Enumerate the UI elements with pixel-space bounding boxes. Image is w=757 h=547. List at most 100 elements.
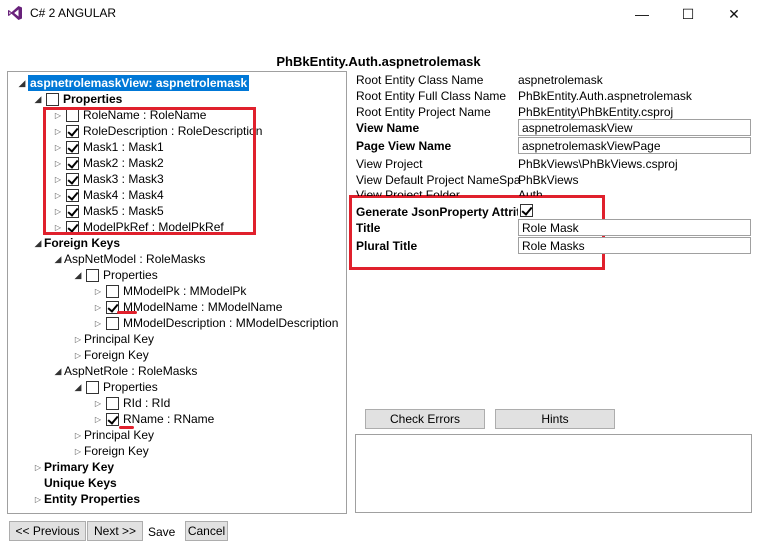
tree-node-label[interactable]: AspNetRole : RoleMasks	[64, 363, 197, 379]
tree-node-label[interactable]: RName : RName	[123, 411, 214, 427]
tree-node-foreign-keys[interactable]: ◢ Foreign Keys	[32, 235, 121, 251]
collapsed-arrow-icon[interactable]: ▷	[92, 399, 104, 408]
tree-node-label[interactable]: Principal Key	[84, 331, 154, 347]
view-project-folder-value: Auth	[518, 188, 543, 196]
root-entity-full-class-name-label: Root Entity Full Class Name	[356, 89, 507, 103]
tree-node-rname[interactable]: ▷ RName : RName	[92, 411, 214, 427]
aspnetmodel-properties-checkbox[interactable]	[86, 268, 99, 282]
hints-button[interactable]: Hints	[495, 409, 615, 429]
tree-node-label[interactable]: Properties	[103, 379, 158, 395]
view-name-input[interactable]	[518, 119, 751, 136]
rname-checkbox[interactable]	[106, 412, 119, 426]
expanded-arrow-icon[interactable]: ◢	[52, 366, 64, 377]
title-label: Title	[356, 221, 381, 235]
annotation-box-properties	[43, 107, 256, 235]
properties-checkbox[interactable]	[46, 92, 59, 106]
collapsed-arrow-icon[interactable]: ▷	[92, 319, 104, 328]
tree-node-primary-key[interactable]: ▷ Primary Key	[32, 459, 114, 475]
tree-node-label[interactable]: Properties	[63, 91, 122, 107]
minimize-button[interactable]: —	[619, 0, 665, 28]
tree-node-label[interactable]: Foreign Keys	[44, 235, 120, 251]
view-project-value: PhBkViews\PhBkViews.csproj	[518, 157, 678, 171]
aspnetrole-properties-checkbox[interactable]	[86, 380, 99, 394]
tree-node-label[interactable]: RId : RId	[123, 395, 170, 411]
tree-node-aspnetrole-properties[interactable]: ◢ Properties	[72, 379, 158, 395]
collapsed-arrow-icon[interactable]: ▷	[92, 303, 104, 312]
minimize-icon: —	[635, 6, 649, 22]
tree-node-mmodelpk[interactable]: ▷ MModelPk : MModelPk	[92, 283, 246, 299]
plural-title-label: Plural Title	[356, 239, 418, 253]
page-view-name-label: Page View Name	[356, 139, 452, 153]
collapsed-arrow-icon[interactable]: ▷	[92, 287, 104, 296]
expanded-arrow-icon[interactable]: ◢	[32, 238, 44, 249]
tree-node-aspnetmodel-principal-key[interactable]: ▷ Principal Key	[72, 331, 154, 347]
expanded-arrow-icon[interactable]: ◢	[32, 94, 44, 105]
title-input[interactable]	[518, 219, 751, 236]
title-bar: C# 2 ANGULAR — ☐ ✕	[0, 0, 757, 28]
previous-button[interactable]: << Previous	[9, 521, 86, 541]
tree-node-label[interactable]: Primary Key	[44, 459, 114, 475]
collapsed-arrow-icon[interactable]: ▷	[72, 431, 84, 440]
view-name-label: View Name	[356, 121, 420, 135]
expanded-arrow-icon[interactable]: ◢	[72, 270, 84, 281]
tree-node-aspnetmodel-properties[interactable]: ◢ Properties	[72, 267, 158, 283]
tree-node-label[interactable]: MModelName : MModelName	[123, 299, 282, 315]
close-button[interactable]: ✕	[711, 0, 757, 28]
tree-node-label[interactable]: AspNetModel : RoleMasks	[64, 251, 205, 267]
tree-node-unique-keys[interactable]: Unique Keys	[32, 475, 117, 491]
tree-node-label[interactable]: Properties	[103, 267, 158, 283]
expanded-arrow-icon[interactable]: ◢	[72, 382, 84, 393]
mmodelpk-checkbox[interactable]	[106, 284, 119, 298]
tree-node-aspnetmodel-foreign-key[interactable]: ▷ Foreign Key	[72, 347, 149, 363]
tree-node-rid[interactable]: ▷ RId : RId	[92, 395, 170, 411]
view-default-namespace-label: View Default Project NameSpa	[356, 173, 521, 187]
tree-node-properties[interactable]: ◢ Properties	[32, 91, 123, 107]
tree-node-label[interactable]: MModelPk : MModelPk	[123, 283, 246, 299]
tree-node-mmodeldescription[interactable]: ▷ MModelDescription : MModelDescription	[92, 315, 339, 331]
visual-studio-icon	[8, 6, 22, 20]
cancel-button[interactable]: Cancel	[185, 521, 228, 541]
root-entity-class-name-value: aspnetrolemask	[518, 73, 603, 87]
mmodeldescription-checkbox[interactable]	[106, 316, 119, 330]
annotation-underline-rname	[119, 426, 134, 429]
page-heading: PhBkEntity.Auth.aspnetrolemask	[276, 54, 481, 69]
maximize-button[interactable]: ☐	[665, 0, 711, 28]
error-output-box[interactable]	[355, 434, 752, 513]
tree-node-aspnetrole-principal-key[interactable]: ▷ Principal Key	[72, 427, 154, 443]
window-title: C# 2 ANGULAR	[30, 6, 117, 20]
tree-node-label[interactable]: Foreign Key	[84, 443, 149, 459]
tree-node-root-label[interactable]: aspnetrolemaskView: aspnetrolemask	[28, 75, 250, 91]
plural-title-input[interactable]	[518, 237, 751, 254]
generate-json-property-label: Generate JsonProperty Attrit	[356, 205, 518, 219]
tree-node-label[interactable]: Unique Keys	[44, 475, 117, 491]
generate-json-property-checkbox[interactable]	[520, 204, 533, 217]
tree-node-aspnetmodel[interactable]: ◢ AspNetModel : RoleMasks	[52, 251, 206, 267]
expanded-arrow-icon[interactable]: ◢	[52, 254, 64, 265]
collapsed-arrow-icon[interactable]: ▷	[72, 447, 84, 456]
view-project-label: View Project	[356, 157, 423, 171]
collapsed-arrow-icon[interactable]: ▷	[72, 335, 84, 344]
root-entity-full-class-name-value: PhBkEntity.Auth.aspnetrolemask	[518, 89, 692, 103]
next-button[interactable]: Next >>	[87, 521, 143, 541]
tree-node-aspnetrole-foreign-key[interactable]: ▷ Foreign Key	[72, 443, 149, 459]
expanded-arrow-icon[interactable]: ◢	[16, 78, 28, 89]
save-button[interactable]: Save	[148, 525, 175, 539]
tree-node-root[interactable]: ◢ aspnetrolemaskView: aspnetrolemask	[16, 75, 250, 91]
close-icon: ✕	[728, 5, 740, 22]
collapsed-arrow-icon[interactable]: ▷	[32, 463, 44, 472]
page-view-name-input[interactable]	[518, 137, 751, 154]
tree-node-label[interactable]: Foreign Key	[84, 347, 149, 363]
root-entity-project-name-label: Root Entity Project Name	[356, 105, 491, 119]
tree-node-entity-properties[interactable]: ▷ Entity Properties	[32, 491, 140, 507]
tree-node-label[interactable]: Principal Key	[84, 427, 154, 443]
tree-node-aspnetrole[interactable]: ◢ AspNetRole : RoleMasks	[52, 363, 198, 379]
collapsed-arrow-icon[interactable]: ▷	[32, 495, 44, 504]
rid-checkbox[interactable]	[106, 396, 119, 410]
collapsed-arrow-icon[interactable]: ▷	[72, 351, 84, 360]
view-project-folder-label: View Project Folder	[356, 188, 460, 196]
collapsed-arrow-icon[interactable]: ▷	[92, 415, 104, 424]
tree-node-label[interactable]: Entity Properties	[44, 491, 140, 507]
view-default-namespace-value: PhBkViews	[518, 173, 579, 187]
check-errors-button[interactable]: Check Errors	[365, 409, 485, 429]
tree-node-label[interactable]: MModelDescription : MModelDescription	[123, 315, 338, 331]
